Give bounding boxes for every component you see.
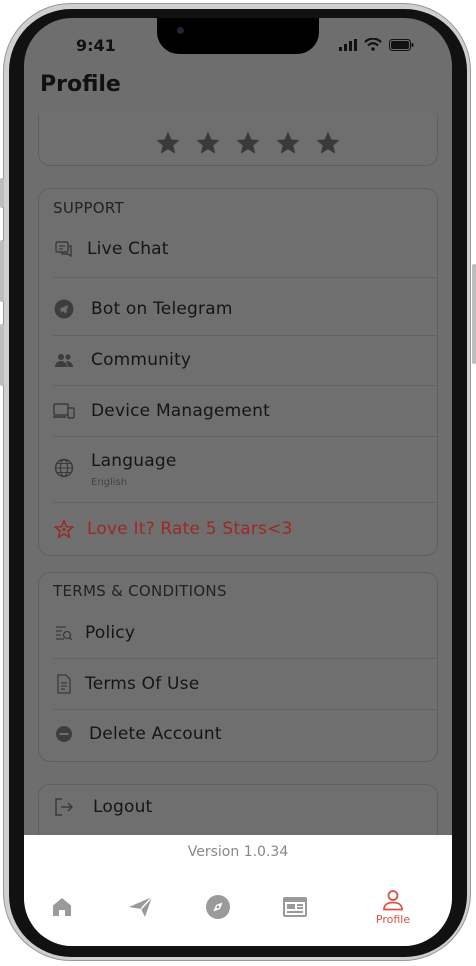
star-icon[interactable]: [155, 130, 181, 156]
bottom-panel: Version 1.0.34 Profile: [24, 835, 452, 946]
logout-icon: [53, 796, 75, 818]
divider: [53, 709, 438, 710]
app-version: Version 1.0.34: [187, 844, 289, 860]
power-button: [472, 264, 476, 364]
chat-icon: [53, 238, 75, 260]
logout-row[interactable]: Logout: [53, 787, 438, 827]
community-row[interactable]: Community: [53, 340, 438, 380]
star-icon[interactable]: [315, 130, 341, 156]
support-section-title: SUPPORT: [53, 199, 124, 217]
logout-label: Logout: [93, 797, 153, 817]
star-icon[interactable]: [235, 130, 261, 156]
notch: [157, 18, 319, 54]
policy-icon: [53, 622, 75, 644]
divider: [53, 502, 438, 503]
signal-icon: [339, 38, 357, 51]
tab-send[interactable]: [119, 885, 163, 929]
device-management-row[interactable]: Device Management: [53, 391, 438, 431]
globe-icon: [53, 457, 75, 479]
divider: [53, 658, 438, 659]
tab-bar: Profile: [24, 885, 452, 933]
divider: [53, 385, 438, 386]
star-outline-icon: [53, 518, 75, 540]
tab-schedule[interactable]: [273, 885, 317, 929]
rate-app-label: Love It? Rate 5 Stars<3: [87, 519, 293, 539]
tab-explore[interactable]: [196, 885, 240, 929]
language-value: English: [91, 477, 128, 488]
status-icons: [339, 38, 414, 51]
divider: [53, 335, 438, 336]
tab-profile-label: Profile: [375, 912, 411, 926]
telegram-icon: [53, 298, 75, 320]
star-icon[interactable]: [195, 130, 221, 156]
terms-section-title: TERMS & CONDITIONS: [53, 582, 227, 600]
policy-label: Policy: [85, 623, 136, 643]
minus-circle-icon: [53, 723, 75, 745]
delete-account-row[interactable]: Delete Account: [53, 714, 438, 754]
devices-icon: [53, 400, 75, 422]
calendar-icon: [283, 897, 307, 917]
volume-down-button: [0, 324, 4, 386]
status-time: 9:41: [76, 36, 116, 55]
mute-switch: [0, 178, 4, 208]
delete-account-label: Delete Account: [89, 724, 222, 744]
page-title: Profile: [40, 72, 121, 97]
compass-icon: [206, 895, 230, 919]
camera-icon: [177, 27, 184, 34]
rating-card: [38, 114, 438, 166]
terms-of-use-row[interactable]: Terms Of Use: [53, 664, 438, 704]
divider: [53, 436, 438, 437]
community-icon: [53, 349, 75, 371]
document-icon: [53, 673, 75, 695]
wifi-icon: [364, 38, 382, 51]
live-chat-row[interactable]: Live Chat: [53, 229, 438, 269]
rate-app-row[interactable]: Love It? Rate 5 Stars<3: [53, 509, 438, 549]
tab-profile[interactable]: Profile: [371, 885, 415, 929]
policy-row[interactable]: Policy: [53, 613, 438, 653]
live-chat-label: Live Chat: [87, 239, 169, 259]
send-icon: [129, 896, 153, 917]
volume-up-button: [0, 240, 4, 302]
person-icon: [383, 889, 403, 910]
stars-row[interactable]: [155, 130, 341, 156]
divider: [53, 277, 438, 278]
home-icon: [53, 898, 71, 916]
bot-telegram-label: Bot on Telegram: [91, 299, 233, 319]
star-icon[interactable]: [275, 130, 301, 156]
battery-icon: [389, 38, 414, 51]
terms-of-use-label: Terms Of Use: [85, 674, 200, 694]
language-label: Language: [91, 451, 177, 471]
device-management-label: Device Management: [91, 401, 270, 421]
screen: 9:41 Profile SUPPORT Live Chat Bot on Te…: [24, 18, 452, 946]
tab-home[interactable]: [40, 885, 84, 929]
bot-telegram-row[interactable]: Bot on Telegram: [53, 289, 438, 329]
community-label: Community: [91, 350, 192, 370]
